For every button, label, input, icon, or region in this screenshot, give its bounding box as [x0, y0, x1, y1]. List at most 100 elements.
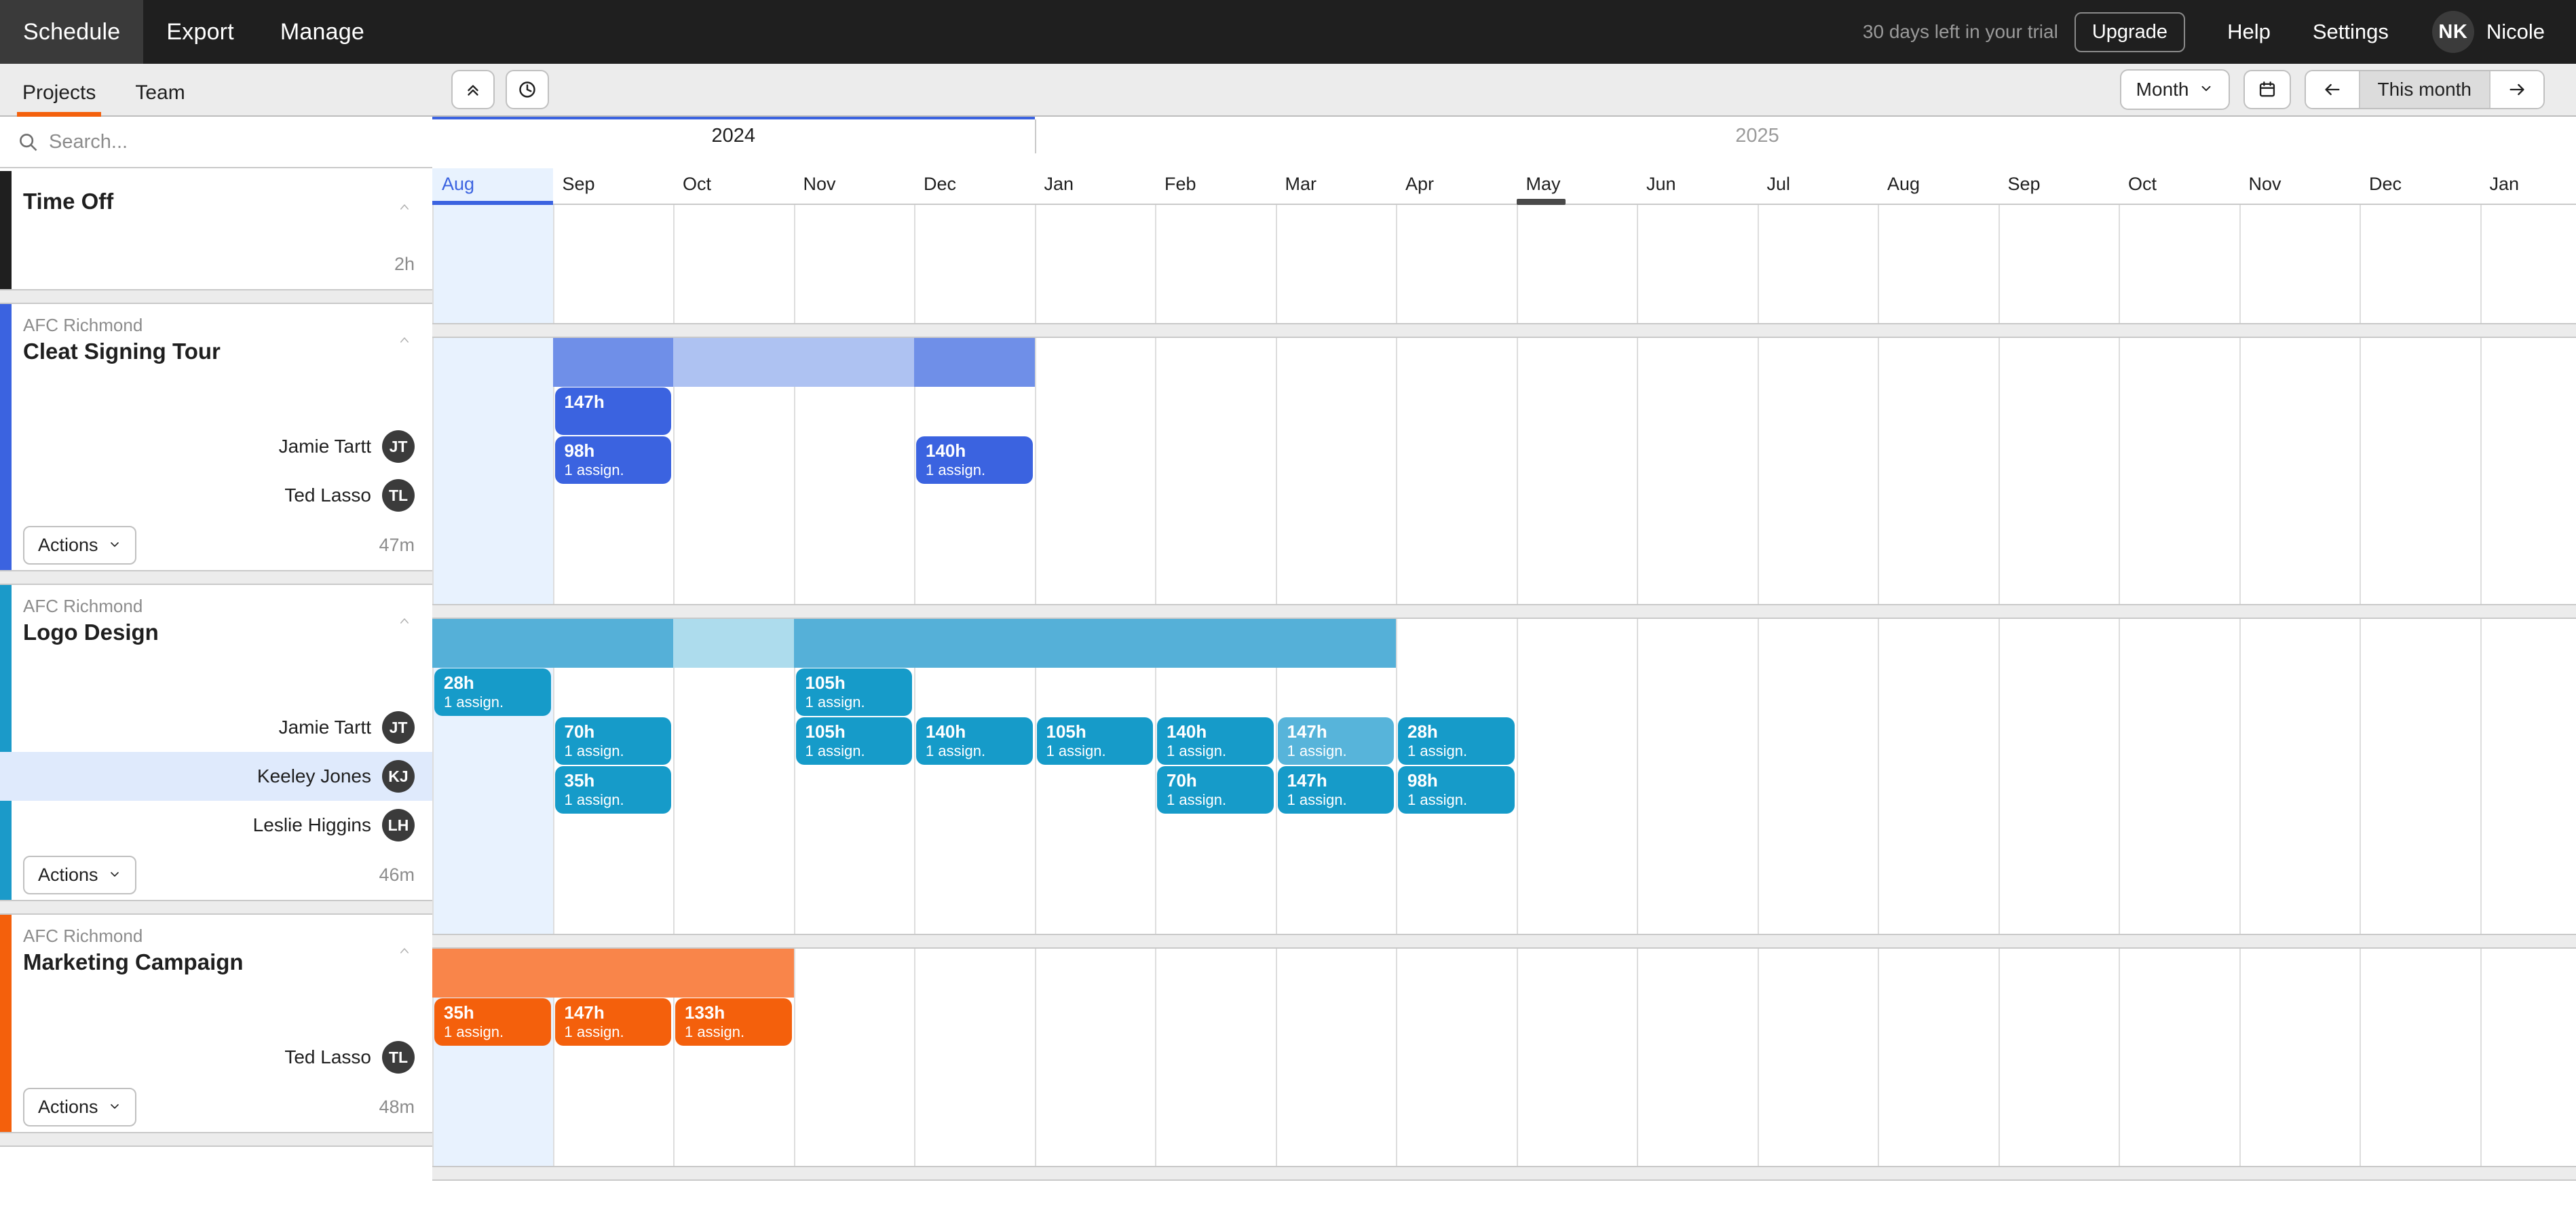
assignee-name: Jamie Tartt	[278, 436, 371, 457]
month-header-cell[interactable]: Dec	[2360, 168, 2480, 205]
task-bar[interactable]: 35h 1 assign.	[554, 766, 671, 814]
month-header-cell[interactable]: Apr	[1396, 168, 1517, 205]
task-bar[interactable]: 105h 1 assign.	[795, 668, 912, 716]
group-footer: Actions 46m	[0, 850, 432, 900]
gridline	[2360, 205, 2361, 323]
task-bar[interactable]: 147h 1 assign.	[554, 998, 671, 1046]
clock-icon-button[interactable]	[506, 70, 549, 109]
group-summary-bar[interactable]	[552, 338, 673, 387]
month-header-cell[interactable]: Nov	[794, 168, 915, 205]
actions-button[interactable]: Actions	[23, 1087, 136, 1126]
group-assignee-list: Ted Lasso TL	[0, 1033, 432, 1082]
task-bar[interactable]: 140h 1 assign.	[916, 717, 1033, 765]
month-header-cell[interactable]: Jan	[2480, 168, 2576, 205]
task-bar[interactable]: 147h 1 assign.	[1277, 717, 1394, 765]
search-row[interactable]	[0, 117, 432, 168]
user-menu[interactable]: NK Nicole	[2431, 11, 2545, 53]
month-header-cell[interactable]: Sep	[1999, 168, 2119, 205]
month-header-cell[interactable]: Aug	[432, 168, 553, 205]
month-header-cell[interactable]: Mar	[1276, 168, 1397, 205]
month-header-cell[interactable]: Jan	[1035, 168, 1156, 205]
timeline-section-time-off	[432, 205, 2576, 323]
zoom-level-select[interactable]: Month	[2119, 69, 2230, 110]
task-bar[interactable]: 140h 1 assign.	[1157, 717, 1274, 765]
month-header-cell[interactable]: Jun	[1637, 168, 1758, 205]
gridline	[1034, 205, 1036, 323]
nav-item-export[interactable]: Export	[143, 0, 257, 64]
task-hours: 98h	[1407, 770, 1438, 791]
timeline-section-separator	[432, 323, 2576, 338]
task-bar[interactable]: 105h 1 assign.	[795, 717, 912, 765]
timeline-section-cleat-signing-tour: 147h 98h 1 assign. 140h 1 assign.	[432, 338, 2576, 604]
task-bar[interactable]: 105h 1 assign.	[1036, 717, 1153, 765]
sidebar-tab-projects[interactable]: Projects	[17, 81, 102, 117]
collapse-all-button[interactable]	[451, 70, 495, 109]
nav-item-schedule[interactable]: Schedule	[0, 0, 144, 64]
month-header-cell[interactable]: Aug	[1878, 168, 1999, 205]
task-hours: 28h	[1407, 721, 1438, 742]
task-bar[interactable]: 98h 1 assign.	[554, 436, 671, 484]
next-period-button[interactable]	[2490, 71, 2543, 108]
group-summary-bar[interactable]	[914, 338, 1035, 387]
task-bar[interactable]: 140h 1 assign.	[916, 436, 1033, 484]
year-label: 2025	[1735, 125, 1779, 147]
task-bar[interactable]: 98h 1 assign.	[1398, 766, 1515, 814]
group-title[interactable]: Logo Design	[23, 620, 415, 645]
month-header-cell[interactable]: Nov	[2239, 168, 2360, 205]
assignee-row[interactable]: Leslie Higgins LH	[0, 801, 432, 850]
chevron-up-icon[interactable]	[394, 615, 415, 627]
gridline	[1637, 205, 1638, 323]
month-header-cell[interactable]: Oct	[2119, 168, 2239, 205]
gridline	[1757, 619, 1759, 934]
task-bar[interactable]: 70h 1 assign.	[1157, 766, 1274, 814]
group-summary-bar[interactable]	[432, 949, 794, 998]
gridline	[2119, 205, 2120, 323]
task-bar[interactable]: 70h 1 assign.	[554, 717, 671, 765]
horizontal-scrollbar-thumb[interactable]	[1516, 199, 1566, 205]
nav-item-manage[interactable]: Manage	[257, 0, 387, 64]
previous-period-button[interactable]	[2305, 71, 2359, 108]
year-indicator-bar: 2024 2025	[432, 117, 2576, 153]
assignee-row[interactable]: Jamie Tartt JT	[0, 422, 432, 471]
month-header-cell[interactable]: Sep	[553, 168, 674, 205]
chevron-up-icon[interactable]	[394, 334, 415, 346]
this-month-button[interactable]: This month	[2358, 71, 2490, 108]
group-summary-bar[interactable]	[673, 338, 914, 387]
task-bar[interactable]: 28h 1 assign.	[1398, 717, 1515, 765]
assignee-row[interactable]: Keeley Jones KJ	[0, 752, 432, 801]
actions-button[interactable]: Actions	[23, 855, 136, 894]
chevron-up-icon[interactable]	[394, 201, 415, 213]
settings-link[interactable]: Settings	[2313, 20, 2389, 44]
task-bar[interactable]: 35h 1 assign.	[434, 998, 551, 1046]
group-summary-bar[interactable]	[793, 619, 1396, 668]
task-bar[interactable]: 147h	[554, 387, 671, 435]
assignee-row[interactable]: Jamie Tartt JT	[0, 703, 432, 752]
month-header-cell[interactable]: Oct	[673, 168, 794, 205]
chevron-up-icon[interactable]	[394, 945, 415, 957]
group-summary-bar[interactable]	[673, 619, 794, 668]
gridline	[793, 205, 795, 323]
task-bar[interactable]: 147h 1 assign.	[1277, 766, 1394, 814]
group-title[interactable]: Time Off	[23, 171, 415, 214]
group-summary-bar[interactable]	[432, 619, 673, 668]
gridline	[1275, 949, 1277, 1166]
assignee-row[interactable]: Ted Lasso TL	[0, 471, 432, 520]
assignee-row[interactable]: Ted Lasso TL	[0, 1033, 432, 1082]
actions-button[interactable]: Actions	[23, 525, 136, 565]
sidebar-tab-team[interactable]: Team	[130, 81, 190, 115]
task-bar[interactable]: 133h 1 assign.	[675, 998, 792, 1046]
help-link[interactable]: Help	[2227, 20, 2271, 44]
task-bar[interactable]: 28h 1 assign.	[434, 668, 551, 716]
task-assignees: 1 assign.	[1167, 791, 1227, 809]
calendar-button[interactable]	[2243, 70, 2291, 109]
month-header-cell[interactable]: Dec	[914, 168, 1035, 205]
task-assignees: 1 assign.	[564, 742, 624, 760]
task-hours: 140h	[926, 440, 966, 461]
group-title[interactable]: Marketing Campaign	[23, 949, 415, 975]
search-input[interactable]	[49, 130, 415, 153]
month-header-cell[interactable]: Feb	[1155, 168, 1276, 205]
group-title[interactable]: Cleat Signing Tour	[23, 339, 415, 364]
avatar: TL	[382, 1041, 415, 1074]
month-header-cell[interactable]: Jul	[1758, 168, 1878, 205]
upgrade-button[interactable]: Upgrade	[2074, 12, 2186, 52]
